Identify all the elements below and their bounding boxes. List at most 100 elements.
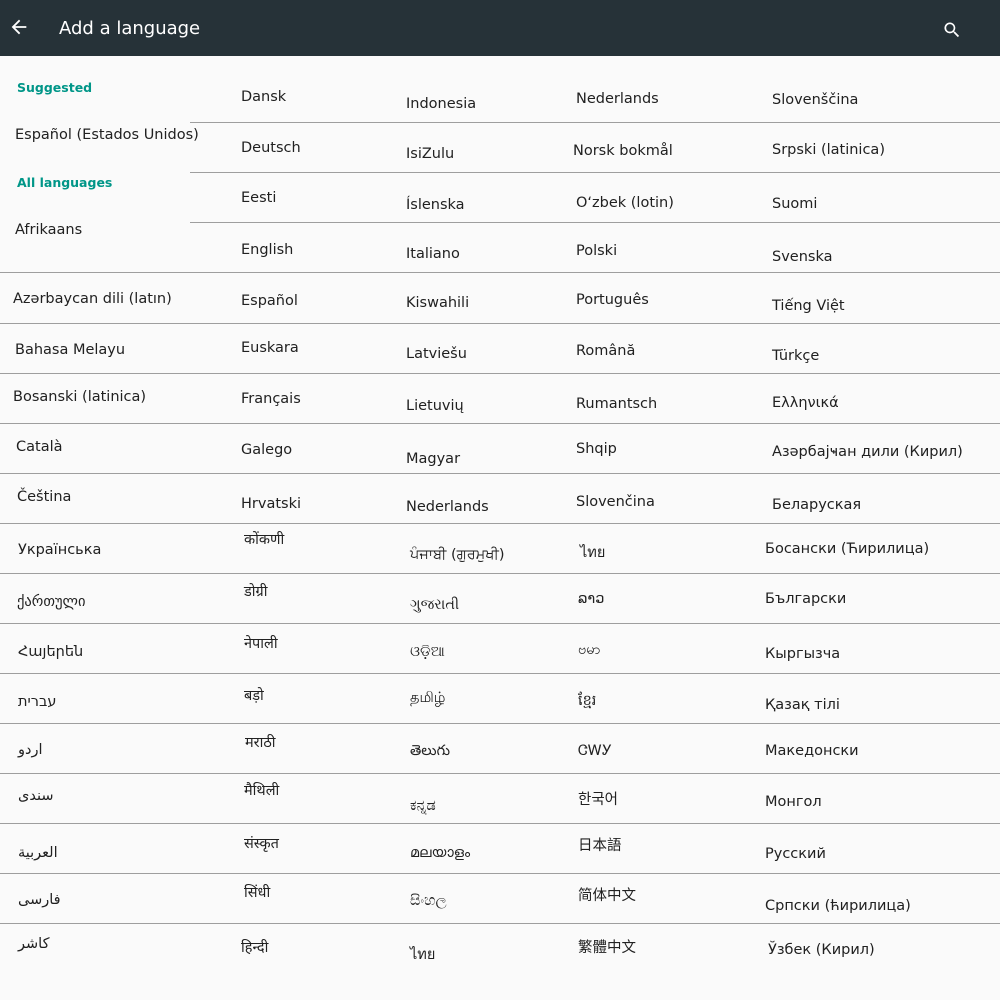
language-item[interactable]: डोग्री [244,582,267,602]
language-item[interactable]: नेपाली [244,634,278,654]
row-divider [0,573,1000,574]
language-item[interactable]: मैथिली [244,781,279,801]
arrow-back-icon[interactable] [8,16,30,38]
row-divider [0,923,1000,924]
language-item[interactable]: தமிழ் [410,688,445,708]
language-item[interactable]: Eesti [241,188,276,208]
language-item[interactable]: Deutsch [241,138,301,158]
language-item[interactable]: Slovenčina [576,492,655,512]
language-item[interactable]: कोंकणी [244,530,284,550]
search-icon[interactable] [942,20,962,40]
language-item[interactable]: Slovenščina [772,90,858,110]
language-item[interactable]: Български [765,589,846,609]
language-item[interactable]: Íslenska [406,195,465,215]
row-divider [190,222,1000,223]
language-item[interactable]: Bosanski (latinica) [13,387,146,407]
language-item[interactable]: ខ្មែរ [578,691,596,711]
language-item[interactable]: සිංහල [410,891,447,911]
language-item[interactable]: Español (Estados Unidos) [15,125,199,145]
language-item[interactable]: Dansk [241,87,286,107]
language-item[interactable]: Afrikaans [15,220,82,240]
language-item[interactable]: العربية [18,843,58,863]
language-item[interactable]: فارسی [18,890,61,910]
language-item[interactable]: עברית [18,692,56,712]
language-item[interactable]: Српски (ћирилица) [765,896,911,916]
language-item[interactable]: ქართული [17,592,85,612]
language-item[interactable]: Кыргызча [765,644,840,664]
language-item[interactable]: Svenska [772,247,832,267]
language-item[interactable]: 繁體中文 [578,938,636,958]
language-item[interactable]: తెలుగు [410,741,450,761]
language-item[interactable]: Azərbaycan dili (latın) [13,289,172,309]
language-item[interactable]: IsiZulu [406,144,454,164]
language-item[interactable]: Català [16,437,63,457]
language-item[interactable]: Українська [18,540,101,560]
language-item[interactable]: 简体中文 [578,886,636,906]
language-item[interactable]: Italiano [406,244,460,264]
language-item[interactable]: Bahasa Melayu [15,340,125,360]
row-divider [190,172,1000,173]
language-item[interactable]: हिन्दी [241,938,268,958]
row-divider [0,873,1000,874]
language-item[interactable]: 한국어 [578,790,618,810]
language-item[interactable]: Română [576,341,635,361]
app-bar: Add a language [0,0,1000,56]
language-item[interactable]: Македонски [765,741,859,761]
language-item[interactable]: मराठी [245,733,276,753]
language-item[interactable]: Suomi [772,194,817,214]
language-item[interactable]: Kiswahili [406,293,469,313]
language-item[interactable]: O‘zbek (lotin) [576,193,674,213]
language-item[interactable]: Азәрбајҹан дили (Кирил) [772,442,963,462]
row-divider [0,673,1000,674]
language-item[interactable]: Srpski (latinica) [772,140,885,160]
language-item[interactable]: Español [241,291,298,311]
language-item[interactable]: ไทย [580,543,605,563]
language-item[interactable]: ລາວ [578,589,604,609]
language-item[interactable]: ᏣᎳᎩ [578,741,612,761]
language-item[interactable]: Galego [241,440,292,460]
language-item[interactable]: Hrvatski [241,494,301,514]
language-item[interactable]: മലയാളം [410,843,470,863]
language-item[interactable]: Nederlands [576,89,659,109]
language-item[interactable]: Русский [765,844,826,864]
language-item[interactable]: Português [576,290,649,310]
language-item[interactable]: Rumantsch [576,394,657,414]
row-divider [0,523,1000,524]
language-item[interactable]: Nederlands [406,497,489,517]
language-item[interactable]: English [241,240,293,260]
language-item[interactable]: Indonesia [406,94,476,114]
language-item[interactable]: Қазақ тілі [765,695,840,715]
language-item[interactable]: ଓଡ଼ିଆ [410,642,445,662]
language-item[interactable]: اردو [18,740,43,760]
language-item[interactable]: ਪੰਜਾਬੀ (ਗੁਰਮੁਖੀ) [410,545,504,565]
language-item[interactable]: Français [241,389,301,409]
language-item[interactable]: Ελληνικά [772,393,839,413]
row-divider [0,272,1000,273]
language-item[interactable]: ဗမာ [578,640,601,660]
language-item[interactable]: ಕನ್ನಡ [410,796,436,816]
language-item[interactable]: संस्कृत [244,834,279,854]
language-item[interactable]: 日本語 [578,836,622,856]
language-item[interactable]: Հայերեն [18,642,83,662]
language-item[interactable]: Lietuvių [406,396,464,416]
language-item[interactable]: सिंधी [244,883,270,903]
language-item[interactable]: Polski [576,241,617,261]
language-item[interactable]: Tiếng Việt [772,296,845,316]
language-item[interactable]: Latviešu [406,344,467,364]
language-item[interactable]: سندی [18,786,54,806]
language-item[interactable]: Shqip [576,439,617,459]
language-item[interactable]: Euskara [241,338,299,358]
row-divider [0,423,1000,424]
language-item[interactable]: Ўзбек (Кирил) [768,940,875,960]
language-item[interactable]: Magyar [406,449,460,469]
language-item[interactable]: बड़ो [244,686,264,706]
language-item[interactable]: Беларуская [772,495,861,515]
language-item[interactable]: Norsk bokmål [573,141,673,161]
language-item[interactable]: ไทย [410,945,435,965]
language-item[interactable]: Türkçe [772,346,819,366]
language-item[interactable]: Čeština [17,487,71,507]
language-item[interactable]: Монгол [765,792,822,812]
language-item[interactable]: ગુજરાતી [410,595,459,615]
language-item[interactable]: کاشر [18,934,49,954]
language-item[interactable]: Босански (Ћирилица) [765,539,929,559]
